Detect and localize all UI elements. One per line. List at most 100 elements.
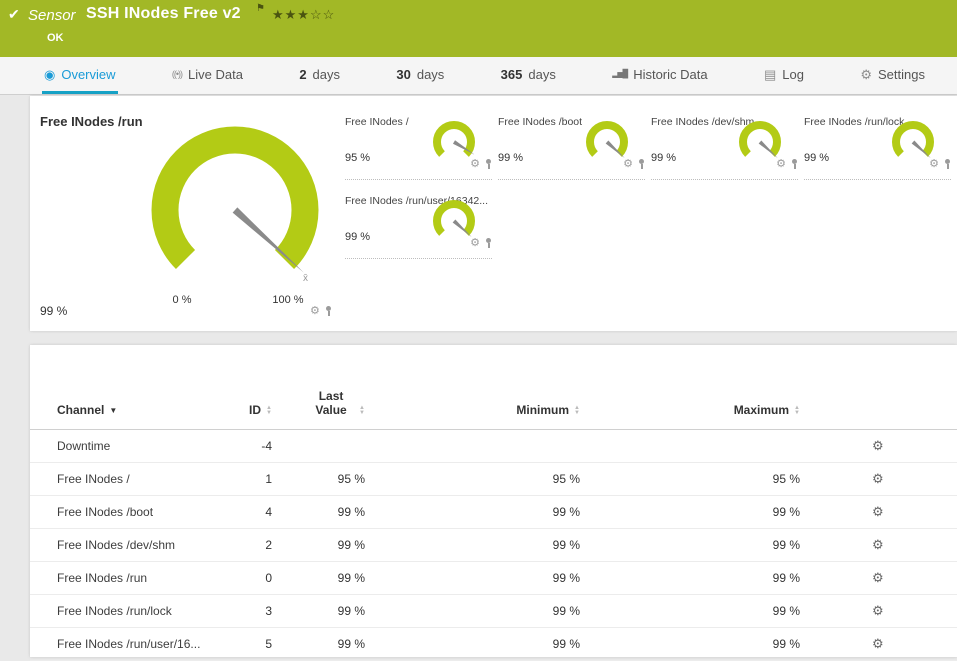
channel-minimum: 99 % bbox=[365, 561, 580, 595]
tab-settings[interactable]: ⚙ Settings bbox=[858, 57, 927, 94]
channel-last-value: 99 % bbox=[272, 594, 365, 628]
stars-filled: ★★★ bbox=[272, 7, 310, 22]
sort-icon: ▲ ▼ bbox=[359, 404, 365, 416]
historic-icon: ▂▅█ bbox=[612, 69, 628, 78]
channel-last-value bbox=[272, 429, 365, 463]
tab-2-days[interactable]: 2 days bbox=[297, 57, 342, 94]
tab-label: Live Data bbox=[188, 66, 243, 82]
tab-label: Log bbox=[782, 66, 804, 82]
column-label: Maximum bbox=[733, 403, 790, 417]
channel-last-value: 99 % bbox=[272, 561, 365, 595]
gauge-actions: ⚙ bbox=[470, 238, 492, 249]
tab-live-data[interactable]: ((•)) Live Data bbox=[170, 57, 245, 94]
channel-id: 1 bbox=[210, 462, 272, 496]
gauge-actions: ⚙ bbox=[776, 159, 798, 170]
tab-log[interactable]: ▤ Log bbox=[762, 57, 806, 94]
tab-30-days[interactable]: 30 days bbox=[394, 57, 446, 94]
gauge-settings-icon[interactable]: ⚙ bbox=[310, 306, 320, 317]
channel-id: -4 bbox=[210, 429, 272, 463]
channel-settings-icon[interactable]: ⚙ bbox=[872, 471, 884, 486]
gauges-panel: Free INodes /run 0 % 100 % x̄ 99 % ⚙ Fre… bbox=[30, 96, 957, 331]
sensor-header: ✔ Sensor SSH INodes Free v2 ⚑ ★★★☆☆ OK bbox=[0, 0, 957, 57]
channel-name: Free INodes /run/user/16... bbox=[30, 627, 210, 661]
channel-name: Downtime bbox=[30, 429, 210, 463]
column-header-maximum[interactable]: Maximum ▲ ▼ bbox=[580, 379, 800, 430]
channel-maximum: 99 % bbox=[580, 561, 800, 595]
column-header-channel[interactable]: Channel ▼ bbox=[30, 379, 210, 430]
gauge-settings-icon[interactable]: ⚙ bbox=[776, 159, 786, 170]
channel-name: Free INodes / bbox=[30, 462, 210, 496]
column-header-last-value[interactable]: Last Value ▲ ▼ bbox=[272, 379, 365, 430]
column-label: ID bbox=[249, 403, 262, 417]
channel-gauge-tile: Free INodes /boot 99 % ⚙ bbox=[498, 108, 645, 180]
column-header-actions bbox=[800, 379, 957, 430]
gauge-pin-icon[interactable] bbox=[638, 159, 645, 170]
priority-stars[interactable]: ★★★☆☆ bbox=[272, 7, 335, 23]
channel-name: Free INodes /run bbox=[30, 561, 210, 595]
channel-id: 0 bbox=[210, 561, 272, 595]
tab-number: 365 bbox=[500, 66, 523, 82]
channel-gauge-tile: Free INodes /run/user/16342... 99 % ⚙ bbox=[345, 187, 492, 259]
channel-settings-icon[interactable]: ⚙ bbox=[872, 438, 884, 453]
overview-icon: ◉ bbox=[44, 66, 56, 82]
column-header-minimum[interactable]: Minimum ▲ ▼ bbox=[365, 379, 580, 430]
settings-icon: ⚙ bbox=[860, 66, 872, 82]
gauge-pin-icon[interactable] bbox=[485, 159, 492, 170]
tab-label: days bbox=[312, 66, 341, 82]
gauge-value: 99 % bbox=[804, 152, 830, 164]
tab-365-days[interactable]: 365 days bbox=[499, 57, 558, 94]
channel-name: Free INodes /dev/shm bbox=[30, 528, 210, 562]
sort-icon: ▲ ▼ bbox=[794, 404, 800, 416]
channel-last-value: 99 % bbox=[272, 528, 365, 562]
tab-label: days bbox=[528, 66, 556, 82]
sort-caret-icon: ▼ bbox=[109, 406, 118, 416]
gauge-pin-icon[interactable] bbox=[325, 306, 332, 317]
tab-label: Settings bbox=[877, 66, 925, 82]
channel-settings-icon[interactable]: ⚙ bbox=[872, 570, 884, 585]
channel-row: Free INodes /run 0 99 % 99 % 99 % ⚙ bbox=[30, 561, 957, 595]
channel-last-value: 95 % bbox=[272, 462, 365, 496]
gauge-settings-icon[interactable]: ⚙ bbox=[470, 159, 480, 170]
channel-row: Free INodes /run/user/16... 5 99 % 99 % … bbox=[30, 627, 957, 661]
channel-id: 2 bbox=[210, 528, 272, 562]
live-icon: ((•)) bbox=[171, 68, 183, 79]
channel-settings-icon[interactable]: ⚙ bbox=[872, 504, 884, 519]
channel-maximum: 99 % bbox=[580, 495, 800, 529]
channel-minimum: 99 % bbox=[365, 627, 580, 661]
channel-maximum: 99 % bbox=[580, 627, 800, 661]
small-gauges-grid: Free INodes / 95 % ⚙ Free INodes /boot 9… bbox=[345, 108, 957, 266]
tab-historic-data[interactable]: ▂▅█ Historic Data bbox=[610, 57, 709, 94]
gauge-max-label: 100 % bbox=[272, 294, 304, 306]
gauge-actions: ⚙ bbox=[929, 159, 951, 170]
gauge-settings-icon[interactable]: ⚙ bbox=[929, 159, 939, 170]
gauge-pin-icon[interactable] bbox=[791, 159, 798, 170]
gauge-pin-icon[interactable] bbox=[485, 238, 492, 249]
gauge-settings-icon[interactable]: ⚙ bbox=[623, 159, 633, 170]
primary-gauge-actions: ⚙ bbox=[310, 306, 332, 317]
channels-table: Channel ▼ ID ▲ ▼ Last Value ▲ ▼ Minimum ▲ ▼ Maximum… bbox=[30, 379, 957, 661]
column-header-id[interactable]: ID ▲ ▼ bbox=[210, 379, 272, 430]
primary-gauge-title: Free INodes /run bbox=[40, 114, 143, 129]
tab-overview[interactable]: ◉ Overview bbox=[42, 57, 118, 94]
tab-bar: ◉ Overview ((•)) Live Data 2 days 30 days 365 day… bbox=[0, 57, 957, 95]
channel-settings-icon[interactable]: ⚙ bbox=[872, 537, 884, 552]
tab-label: Overview bbox=[61, 66, 116, 82]
gauge-settings-icon[interactable]: ⚙ bbox=[470, 238, 480, 249]
channel-row: Free INodes /boot 4 99 % 99 % 99 % ⚙ bbox=[30, 495, 957, 529]
object-kind-label: Sensor bbox=[28, 7, 76, 24]
channel-minimum: 99 % bbox=[365, 495, 580, 529]
channel-last-value: 99 % bbox=[272, 627, 365, 661]
channel-settings-icon[interactable]: ⚙ bbox=[872, 636, 884, 651]
flag-icon[interactable]: ⚑ bbox=[256, 3, 265, 14]
channel-gauge-tile: Free INodes /dev/shm 99 % ⚙ bbox=[651, 108, 798, 180]
channel-maximum: 99 % bbox=[580, 594, 800, 628]
channel-name: Free INodes /run/lock bbox=[30, 594, 210, 628]
tab-label: days bbox=[416, 66, 445, 82]
tab-number: 2 bbox=[299, 66, 307, 82]
channel-maximum: 99 % bbox=[580, 528, 800, 562]
gauge-pin-icon[interactable] bbox=[944, 159, 951, 170]
channel-settings-icon[interactable]: ⚙ bbox=[872, 603, 884, 618]
column-label: Minimum bbox=[516, 403, 570, 417]
channel-gauge-tile: Free INodes / 95 % ⚙ bbox=[345, 108, 492, 180]
column-label: Channel bbox=[57, 403, 105, 417]
